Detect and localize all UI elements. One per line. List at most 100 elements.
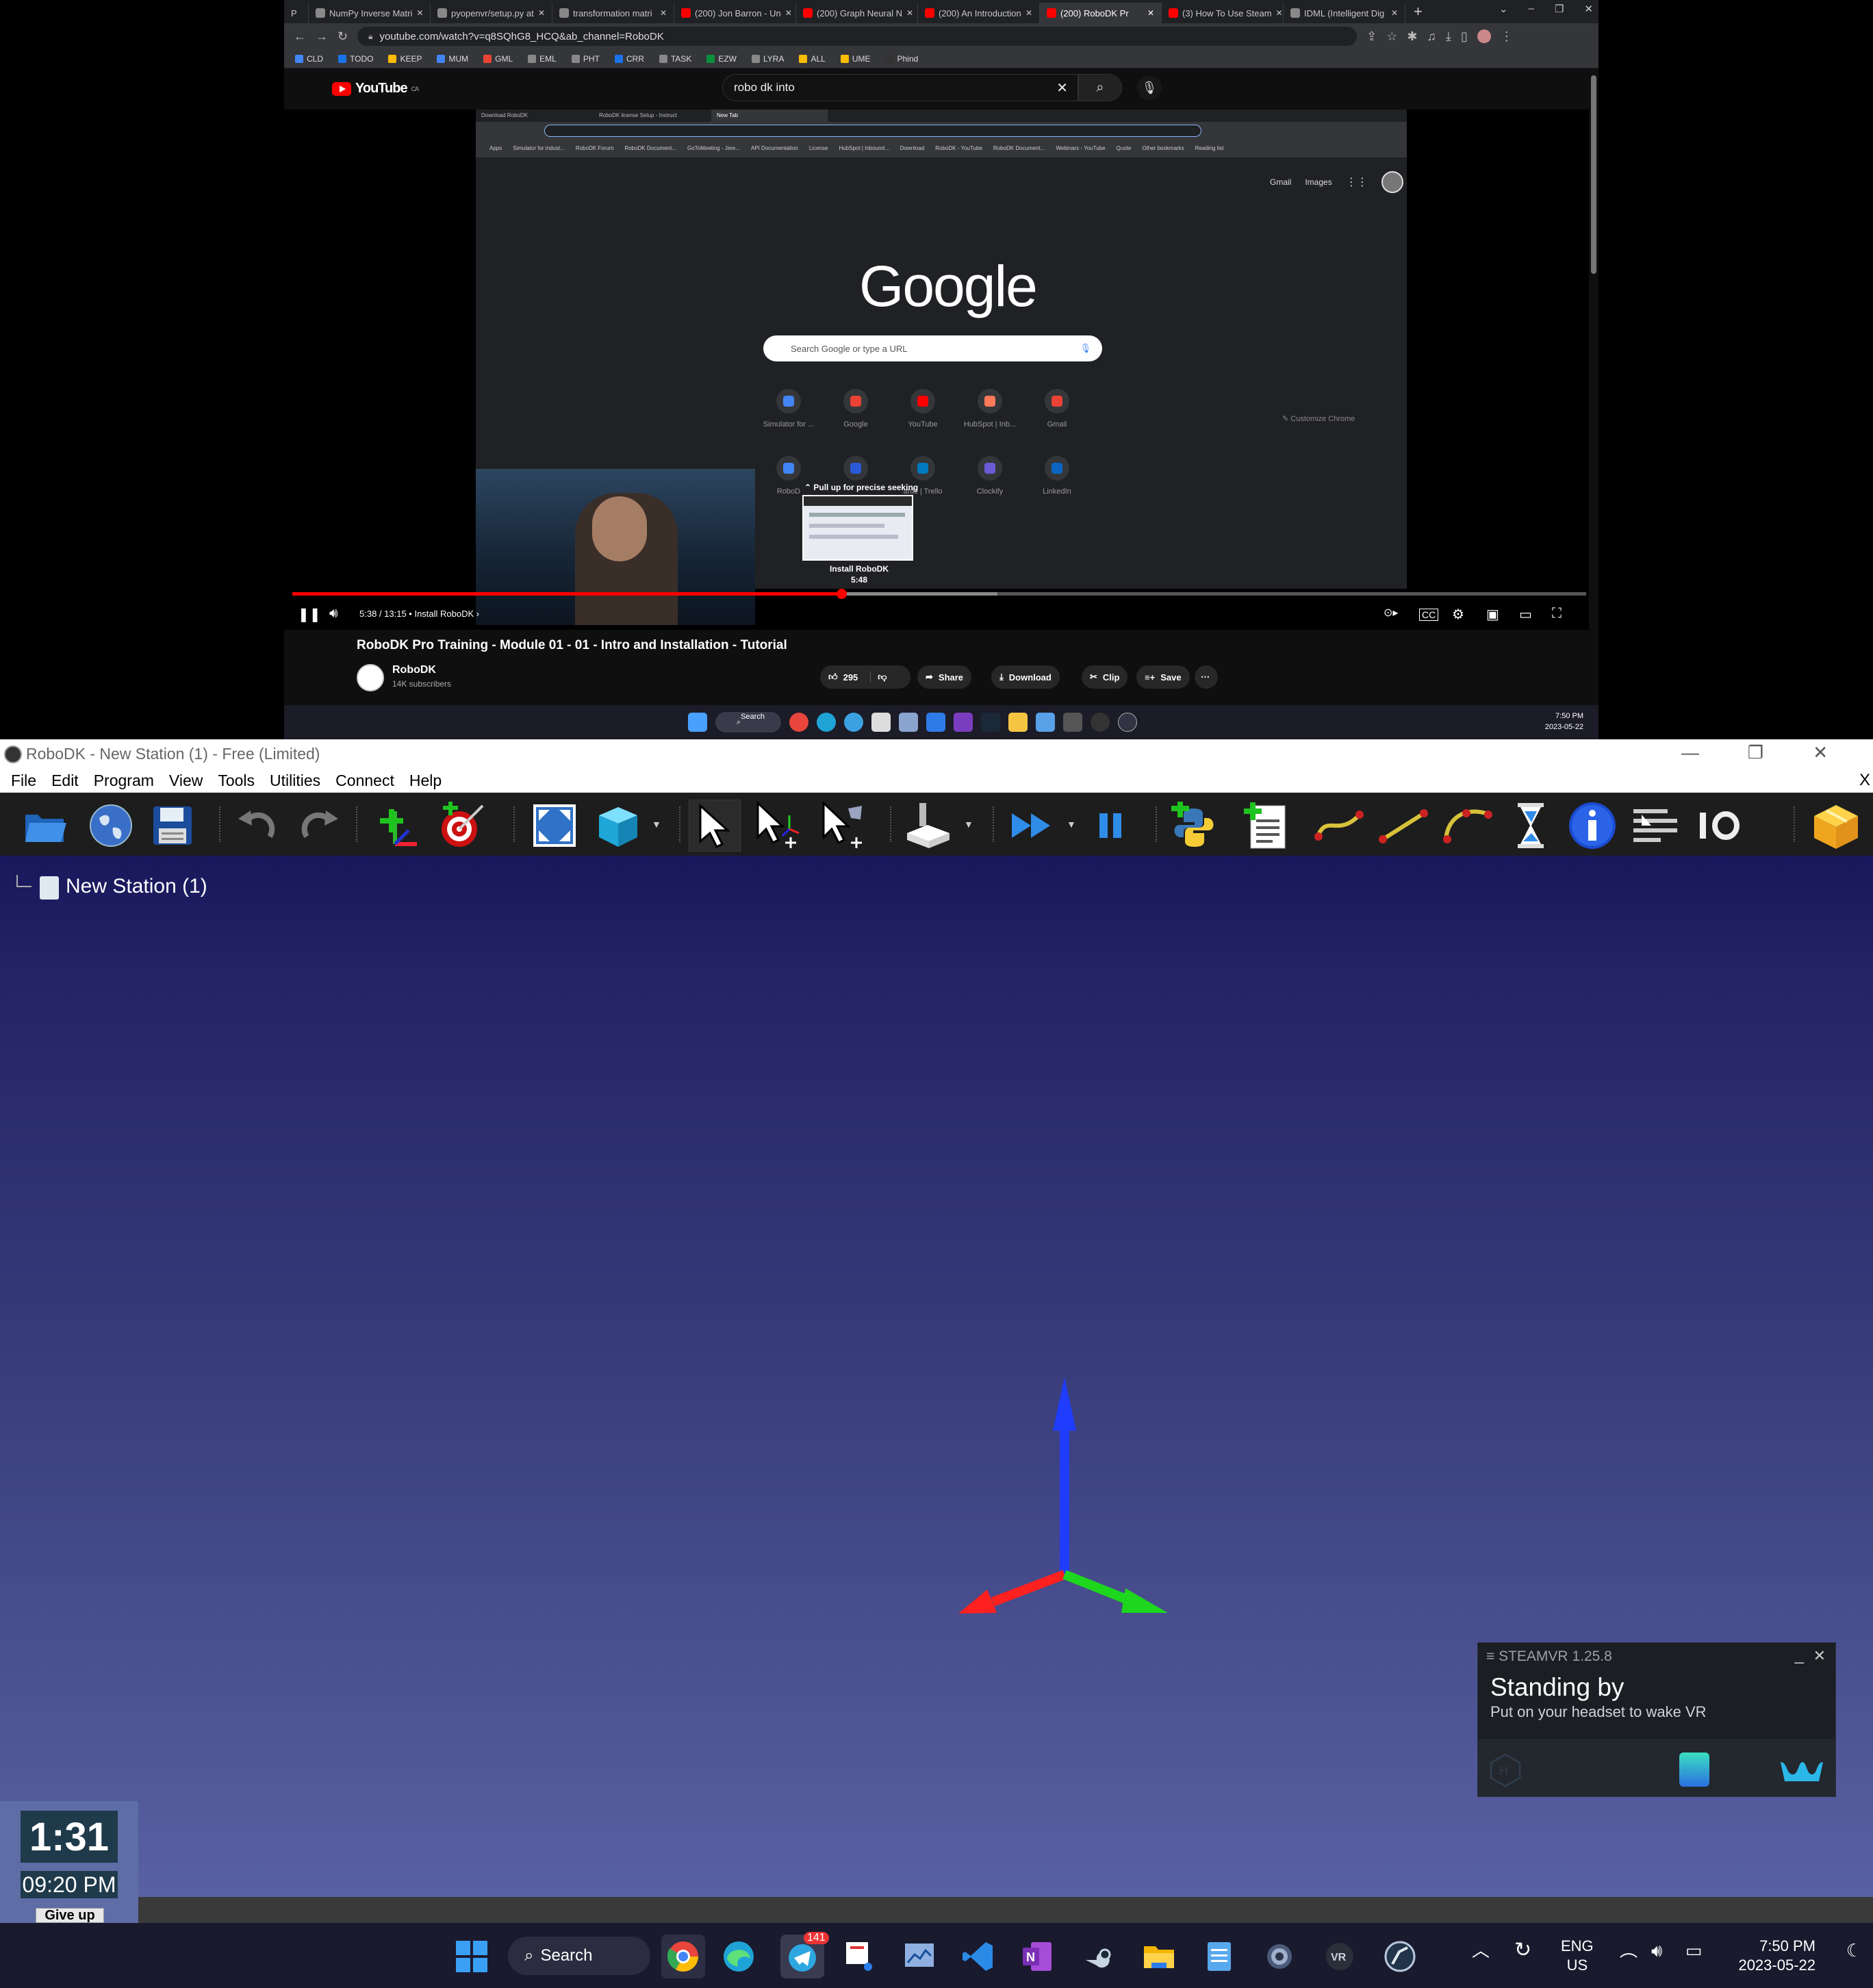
scrubber-handle[interactable]: [837, 589, 848, 599]
steam-icon[interactable]: [1082, 1939, 1116, 1974]
fast-forward-icon[interactable]: [1006, 800, 1058, 852]
robodk-taskbar-icon[interactable]: [1383, 1939, 1417, 1974]
minimize-button[interactable]: —: [1681, 742, 1699, 763]
bookmark-item[interactable]: KEEP: [388, 54, 422, 64]
browser-tab[interactable]: (3) How To Use Steam ✕: [1162, 3, 1284, 23]
move-reference-icon[interactable]: [753, 800, 805, 852]
open-folder-icon[interactable]: [19, 800, 71, 852]
share-icon[interactable]: ⇪: [1366, 29, 1377, 44]
browser-tab[interactable]: (200) Jon Barron - Un ✕: [674, 3, 796, 23]
menu-help[interactable]: Help: [409, 772, 442, 790]
youtube-search-button[interactable]: ⌕: [1078, 74, 1122, 101]
browser-tab[interactable]: IDML (Intelligent Dig ✕: [1284, 3, 1405, 23]
chrome-taskbar-item[interactable]: [661, 1935, 705, 1978]
start-button-icon[interactable]: [455, 1939, 489, 1974]
wifi-icon[interactable]: ︵: [1620, 1941, 1638, 1960]
new-tab-button[interactable]: +: [1414, 3, 1423, 21]
menu-utilities[interactable]: Utilities: [270, 772, 320, 790]
browser-tab[interactable]: (200) Graph Neural N ✕: [796, 3, 918, 23]
captions-icon[interactable]: CC: [1419, 609, 1439, 621]
chapter-text[interactable]: Install RoboDK: [414, 609, 474, 619]
telegram-taskbar-item[interactable]: 141: [780, 1932, 829, 1978]
language-indicator[interactable]: ENG US: [1561, 1937, 1594, 1975]
machining-tool-icon[interactable]: [902, 800, 954, 852]
clear-search-icon[interactable]: ✕: [1056, 79, 1068, 97]
save-disk-icon[interactable]: [146, 800, 199, 852]
tab-close-icon[interactable]: ✕: [538, 8, 545, 18]
youtube-logo[interactable]: YouTube CA: [332, 81, 419, 97]
add-reference-frame-icon[interactable]: [377, 800, 429, 852]
browser-tab[interactable]: pyopenvr/setup.py at ✕: [431, 3, 552, 23]
close-button[interactable]: ✕: [1813, 742, 1828, 763]
notepad-icon[interactable]: [1202, 1939, 1236, 1974]
view-dropdown-arrow-icon[interactable]: ▼: [652, 819, 661, 830]
bookmark-item[interactable]: Phind: [885, 54, 918, 64]
onenote-icon[interactable]: N: [1020, 1939, 1054, 1974]
settings-gear-icon[interactable]: ⚙: [1452, 606, 1464, 623]
taskbar-clock[interactable]: 7:50 PM 2023-05-22: [1738, 1937, 1815, 1975]
resource-monitor-icon[interactable]: [902, 1939, 936, 1974]
back-icon[interactable]: ←: [294, 29, 306, 44]
undo-icon[interactable]: [231, 800, 283, 852]
clip-button[interactable]: ✂ Clip: [1082, 665, 1128, 689]
pause-icon[interactable]: ❚❚: [298, 606, 321, 623]
progress-bar[interactable]: [292, 589, 1586, 599]
show-hidden-icons-chevron-icon[interactable]: ︿: [1472, 1941, 1490, 1960]
side-panel-icon[interactable]: ▯: [1461, 29, 1468, 44]
program-call-icon[interactable]: [1629, 800, 1681, 852]
browser-tab[interactable]: NumPy Inverse Matri ✕: [309, 3, 431, 23]
simulation-speed-dropdown-icon[interactable]: ▼: [1067, 819, 1076, 830]
save-button[interactable]: ≡+ Save: [1136, 665, 1190, 689]
menu-program[interactable]: Program: [94, 772, 154, 790]
steamvr-minimize-button[interactable]: _: [1795, 1646, 1804, 1665]
bookmark-item[interactable]: CRR: [614, 54, 644, 64]
tab-close-icon[interactable]: ✕: [416, 8, 423, 18]
globe-icon[interactable]: [85, 800, 137, 852]
tab-close-icon[interactable]: ✕: [1025, 8, 1032, 18]
io-icon[interactable]: [1694, 800, 1746, 852]
menu-icon[interactable]: ⋮: [1501, 29, 1513, 44]
menu-edit[interactable]: Edit: [51, 772, 79, 790]
redo-icon[interactable]: [293, 800, 345, 852]
bookmark-item[interactable]: EML: [528, 54, 557, 64]
maximize-button[interactable]: ❐: [1748, 742, 1763, 763]
menu-connect[interactable]: Connect: [335, 772, 394, 790]
tab-close-icon[interactable]: ✕: [906, 8, 913, 18]
notifications-moon-icon[interactable]: ☾: [1846, 1941, 1862, 1960]
steamvr-close-button[interactable]: ✕: [1813, 1647, 1826, 1665]
reload-icon[interactable]: ↻: [337, 29, 348, 44]
bookmark-item[interactable]: PHT: [571, 54, 600, 64]
add-python-program-icon[interactable]: [1168, 800, 1220, 852]
volume-icon[interactable]: 🔊︎: [1651, 1941, 1662, 1960]
bookmark-star-icon[interactable]: ☆: [1386, 29, 1397, 44]
menu-view[interactable]: View: [169, 772, 203, 790]
bookmark-item[interactable]: EZW: [706, 54, 737, 64]
page-scrollbar[interactable]: [1589, 68, 1598, 705]
give-up-button[interactable]: Give up: [36, 1908, 104, 1923]
edge-icon[interactable]: [722, 1939, 756, 1974]
tab-close-icon[interactable]: ✕: [660, 8, 667, 18]
fullscreen-icon[interactable]: ⛶: [1552, 606, 1562, 622]
bookmark-item[interactable]: LYRA: [751, 54, 784, 64]
youtube-search-input[interactable]: robo dk into ✕: [722, 74, 1078, 101]
pause-simulation-icon[interactable]: [1084, 800, 1136, 852]
vscode-icon[interactable]: [961, 1939, 995, 1974]
bookmark-item[interactable]: UME: [840, 54, 870, 64]
select-pointer-icon[interactable]: [689, 800, 741, 852]
minimize-button[interactable]: –: [1529, 3, 1534, 15]
extensions-icon[interactable]: ✱: [1407, 29, 1417, 44]
restore-button[interactable]: ❐: [1555, 3, 1564, 15]
menu-file[interactable]: File: [11, 772, 36, 790]
more-actions-button[interactable]: ⋯: [1195, 665, 1218, 689]
snipping-tool-icon[interactable]: [843, 1939, 878, 1974]
close-button[interactable]: ✕: [1584, 3, 1593, 15]
machining-dropdown-arrow-icon[interactable]: ▼: [964, 819, 973, 830]
file-explorer-icon[interactable]: [1142, 1939, 1176, 1974]
volume-icon[interactable]: 🔊︎: [329, 606, 338, 622]
video-player[interactable]: Download RoboDK RoboDK license Setup - In…: [284, 110, 1598, 630]
joint-move-icon[interactable]: [1313, 800, 1365, 852]
thumbs-down-icon[interactable]: 👎︎: [870, 672, 887, 683]
bookmark-item[interactable]: MUM: [437, 54, 468, 64]
browser-tab[interactable]: (200) An Introduction ✕: [918, 3, 1040, 23]
download-button[interactable]: ⤓ Download: [991, 665, 1060, 689]
